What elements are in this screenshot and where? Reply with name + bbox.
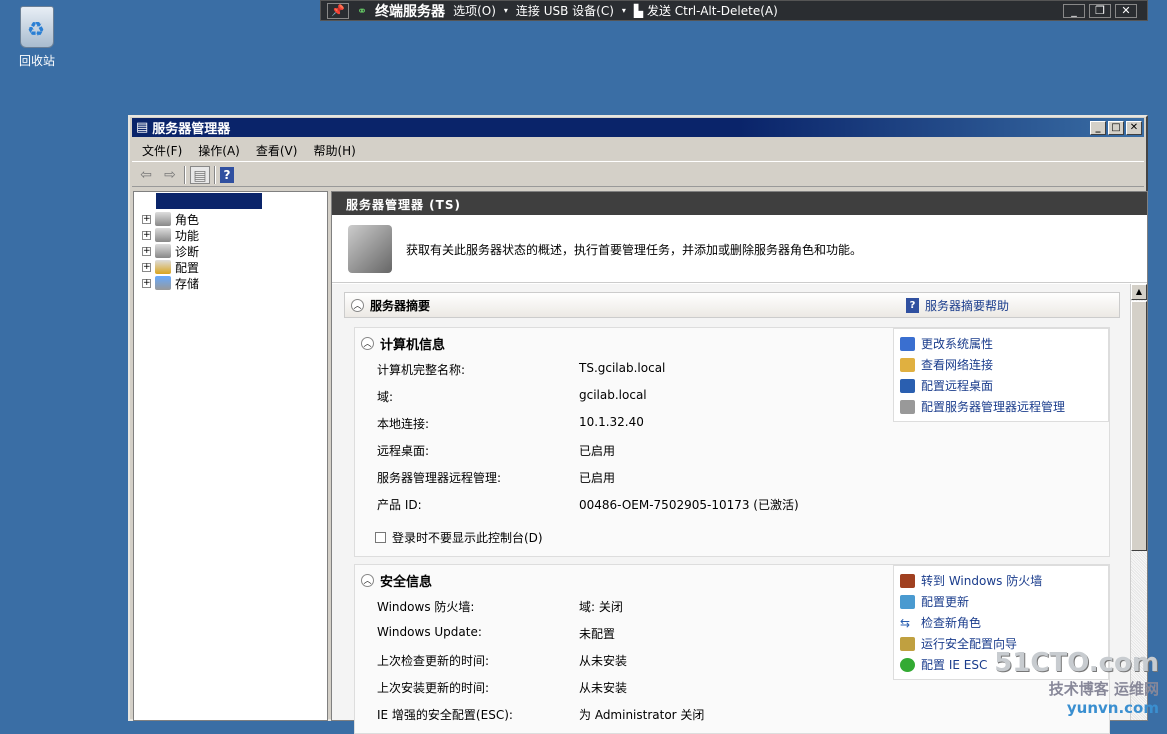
link-change-system-properties[interactable]: 更改系统属性 [900, 333, 1102, 354]
forward-icon[interactable]: ⇨ [160, 166, 180, 184]
recycle-bin-icon [20, 6, 54, 48]
rdp-title: 终端服务器 [375, 3, 446, 20]
navigation-tree: + 角色 + 功能 + 诊断 + 配置 + 存储 [133, 191, 328, 721]
scroll-thumb [1131, 301, 1147, 551]
connection-icon: ⚭ [357, 3, 368, 18]
info-row: 远程桌面: 已启用 [377, 444, 616, 458]
info-row: 产品 ID: 00486-OEM-7502905-10173 (已激活) [377, 498, 799, 512]
tree-root-selected[interactable] [156, 193, 262, 209]
server-toolbox-icon [348, 225, 392, 273]
server-icon [900, 399, 915, 414]
remote-desktop-icon [900, 378, 915, 393]
minimize-button[interactable]: _ [1063, 3, 1085, 18]
title-bar: ▤ 服务器管理器 _ □ ✕ [132, 118, 1144, 137]
info-row: 计算机完整名称: TS.gcilab.local [377, 361, 666, 377]
expand-icon: + [142, 261, 151, 272]
usb-menu[interactable]: 连接 USB 设备(C) [516, 2, 614, 19]
system-properties-icon [900, 336, 915, 351]
close-button[interactable]: ✕ [1126, 120, 1142, 135]
link-configure-updates[interactable]: 配置更新 [900, 591, 1102, 612]
tree-item-configuration[interactable]: + 配置 [142, 259, 199, 275]
info-row: IE 增强的安全配置(ESC): 为 Administrator 关闭 [377, 708, 705, 722]
info-row: 上次安装更新的时间: 从未安装 [377, 681, 628, 695]
rdp-connection-bar: 📌 ⚭ 终端服务器 选项(O) ▾ 连接 USB 设备(C) ▾ ▙ 发送 Ctrl… [320, 0, 1148, 21]
update-icon [900, 594, 915, 609]
scroll-up-icon: ▲ [1131, 284, 1147, 300]
pane-header: 服务器管理器 (TS) [332, 192, 1147, 215]
expand-icon: + [142, 277, 151, 288]
recycle-bin[interactable]: 回收站 [12, 6, 62, 69]
link-check-new-roles[interactable]: ⇆ 检查新角色 [900, 612, 1102, 633]
expand-icon: + [142, 229, 151, 240]
info-row: 服务器管理器远程管理: 已启用 [377, 471, 616, 485]
tree-item-storage[interactable]: + 存储 [142, 275, 199, 291]
info-row: 域: gcilab.local [377, 388, 647, 404]
summary-help-link[interactable]: ? 服务器摘要帮助 [905, 297, 1009, 314]
description-text: 获取有关此服务器状态的概述，执行首要管理任务，并添加或删除服务器角色和功能。 [406, 242, 863, 257]
recycle-bin-label: 回收站 [18, 54, 55, 68]
firewall-icon [900, 573, 915, 588]
show-hide-tree-icon[interactable]: ▤ [190, 165, 210, 184]
tree-item-features[interactable]: + 功能 [142, 227, 199, 243]
menu-view[interactable]: 查看(V) [256, 142, 298, 159]
expand-icon: + [142, 213, 151, 224]
back-icon[interactable]: ⇦ [136, 166, 156, 184]
maximize-button[interactable]: □ [1108, 120, 1124, 135]
help-icon[interactable]: ? [220, 166, 234, 183]
server-icon: ▤ [136, 120, 149, 135]
expand-icon: + [142, 245, 151, 256]
link-configure-remote-desktop[interactable]: 配置远程桌面 [900, 375, 1102, 396]
menu-bar: 文件(F) 操作(A) 查看(V) 帮助(H) [132, 140, 1144, 162]
security-wizard-icon [900, 636, 915, 651]
pin-icon[interactable]: 📌 [327, 2, 349, 19]
window-title: 服务器管理器 [152, 122, 231, 137]
watermark: 51CTO.com 技术博客 运维网 yunvn.com [994, 648, 1159, 717]
diagnostics-icon [155, 244, 171, 258]
info-row: Windows 防火墙: 域: 关闭 [377, 600, 623, 614]
collapse-icon[interactable]: ︿ [351, 298, 364, 312]
network-icon: ▙ [633, 4, 647, 18]
storage-icon [155, 276, 171, 290]
link-configure-remote-management[interactable]: 配置服务器管理器远程管理 [900, 396, 1102, 417]
menu-action[interactable]: 操作(A) [198, 142, 240, 159]
tree-item-roles[interactable]: + 角色 [142, 211, 199, 227]
tree-item-diagnostics[interactable]: + 诊断 [142, 243, 199, 259]
collapse-icon[interactable]: ︿ [361, 574, 374, 587]
features-icon [155, 228, 171, 242]
server-manager-window: ▤ 服务器管理器 _ □ ✕ 文件(F) 操作(A) 查看(V) 帮助(H) ⇦ ⇨… [128, 115, 1148, 734]
help-icon: ? [905, 297, 919, 313]
close-button[interactable]: ✕ [1115, 3, 1137, 18]
description-area: 获取有关此服务器状态的概述，执行首要管理任务，并添加或删除服务器角色和功能。 [332, 216, 1147, 283]
link-view-network-connections[interactable]: 查看网络连接 [900, 354, 1102, 375]
roles-icon [155, 212, 171, 226]
computer-info-section: ︿ 计算机信息 计算机完整名称: TS.gcilab.local 域: gcilab.… [354, 327, 1110, 557]
refresh-arrows-icon: ⇆ [900, 615, 911, 630]
menu-file[interactable]: 文件(F) [142, 142, 182, 159]
toolbar: ⇦ ⇨ ▤ ? [132, 163, 1144, 187]
minimize-button[interactable]: _ [1090, 120, 1106, 135]
collapse-icon[interactable]: ︿ [361, 337, 374, 350]
menu-help[interactable]: 帮助(H) [313, 142, 355, 159]
link-windows-firewall[interactable]: 转到 Windows 防火墙 [900, 570, 1102, 591]
computer-info-tasks: 更改系统属性 查看网络连接 配置远程桌面 配置服务器管理器远程管理 [893, 328, 1109, 422]
restore-button[interactable]: ❐ [1089, 3, 1111, 18]
network-connections-icon [900, 357, 915, 372]
ie-esc-icon [900, 657, 915, 672]
details-pane: 服务器管理器 (TS) 获取有关此服务器状态的概述，执行首要管理任务，并添加或删… [331, 191, 1148, 734]
options-menu[interactable]: 选项(O) [453, 2, 496, 19]
dont-show-console-checkbox[interactable]: 登录时不要显示此控制台(D) [375, 529, 543, 546]
info-row: 上次检查更新的时间: 从未安装 [377, 654, 628, 668]
send-cad-button[interactable]: ▙ 发送 Ctrl-Alt-Delete(A) [634, 2, 778, 19]
info-row: Windows Update: 未配置 [377, 625, 616, 641]
info-row: 本地连接: 10.1.32.40 [377, 415, 644, 431]
configuration-icon [155, 260, 171, 274]
server-summary-header: ︿ 服务器摘要 ? 服务器摘要帮助 [344, 292, 1120, 318]
